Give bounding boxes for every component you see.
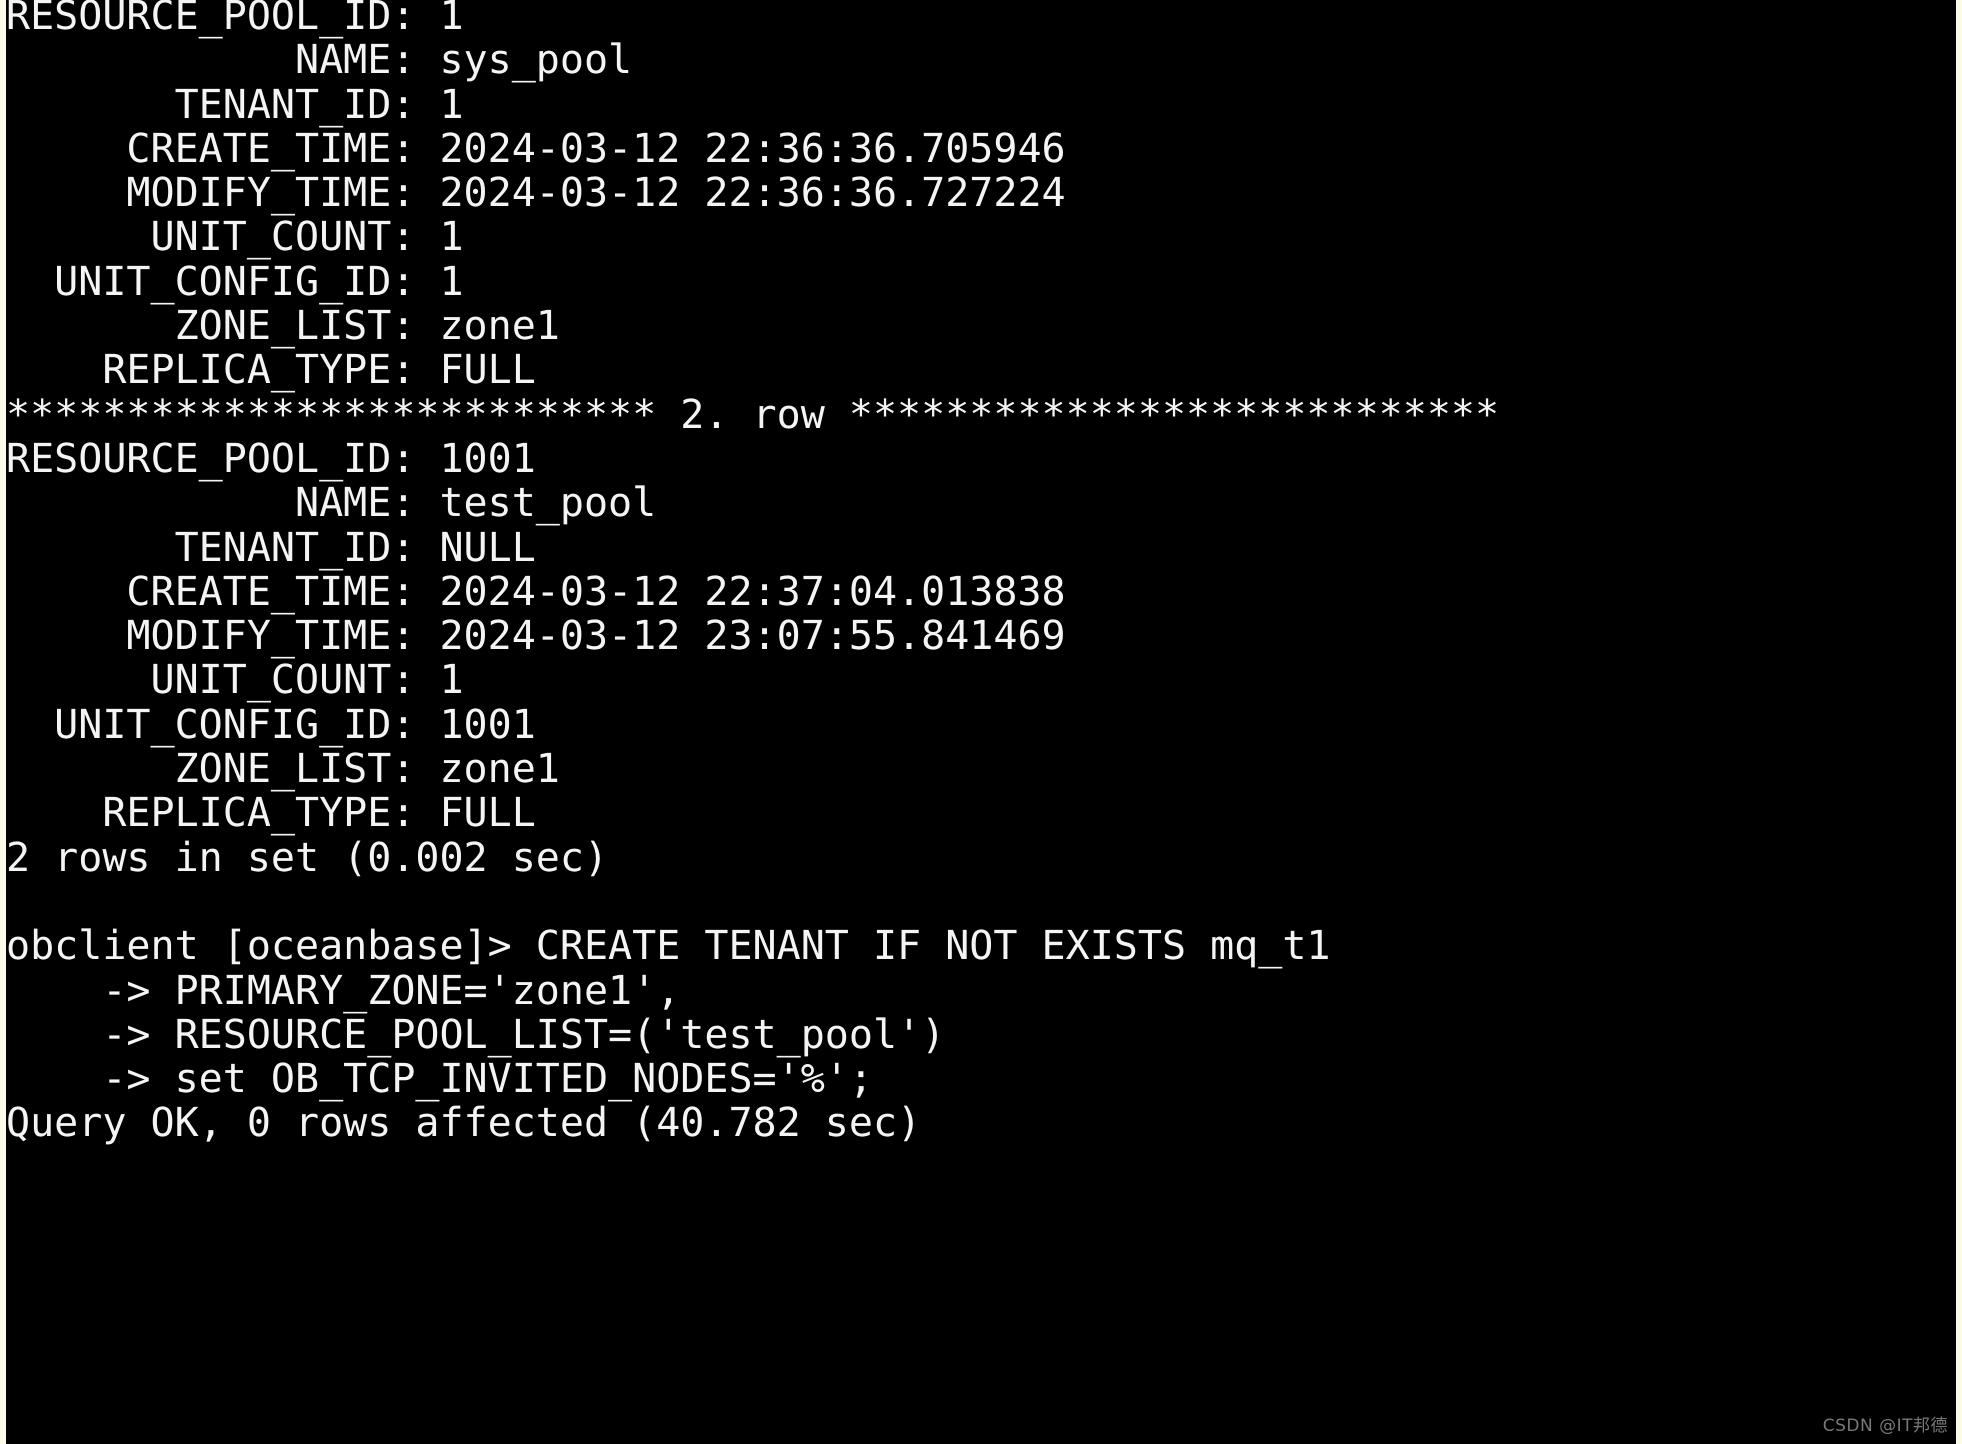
terminal-line: REPLICA_TYPE: FULL: [6, 790, 536, 837]
terminal-line: NAME: test_pool: [6, 480, 657, 527]
terminal-line: MODIFY_TIME: 2024-03-12 23:07:55.841469: [6, 613, 1066, 660]
terminal-line: TENANT_ID: NULL: [6, 524, 536, 571]
terminal-line: ZONE_LIST: zone1: [6, 303, 560, 350]
terminal-window[interactable]: RESOURCE_POOL_ID: 1 NAME: sys_pool TENAN…: [6, 0, 1956, 1444]
terminal-line: -> RESOURCE_POOL_LIST=('test_pool'): [6, 1011, 946, 1058]
terminal-line: CREATE_TIME: 2024-03-12 22:37:04.013838: [6, 568, 1066, 615]
terminal-line: UNIT_COUNT: 1: [6, 657, 464, 704]
terminal-line: *************************** 2. row *****…: [6, 391, 1500, 438]
terminal-line: UNIT_CONFIG_ID: 1: [6, 258, 464, 305]
terminal-line: -> PRIMARY_ZONE='zone1',: [6, 967, 681, 1014]
csdn-watermark: CSDN @IT邦德: [1822, 1416, 1948, 1436]
terminal-line: TENANT_ID: 1: [6, 81, 464, 128]
terminal-line: MODIFY_TIME: 2024-03-12 22:36:36.727224: [6, 170, 1066, 217]
terminal-line: UNIT_CONFIG_ID: 1001: [6, 701, 536, 748]
terminal-line: UNIT_COUNT: 1: [6, 214, 464, 261]
terminal-screen[interactable]: RESOURCE_POOL_ID: 1 NAME: sys_pool TENAN…: [6, 0, 1956, 1146]
terminal-line: 2 rows in set (0.002 sec): [6, 834, 609, 881]
terminal-line: obclient [oceanbase]> CREATE TENANT IF N…: [6, 923, 1331, 970]
terminal-line: ZONE_LIST: zone1: [6, 746, 560, 793]
terminal-line: RESOURCE_POOL_ID: 1: [6, 0, 464, 39]
terminal-line: REPLICA_TYPE: FULL: [6, 347, 536, 394]
terminal-line: -> set OB_TCP_INVITED_NODES='%';: [6, 1056, 873, 1103]
page-root: RESOURCE_POOL_ID: 1 NAME: sys_pool TENAN…: [0, 0, 1962, 1444]
terminal-line: CREATE_TIME: 2024-03-12 22:36:36.705946: [6, 125, 1066, 172]
terminal-line: NAME: sys_pool: [6, 37, 633, 84]
terminal-line: RESOURCE_POOL_ID: 1001: [6, 435, 536, 482]
terminal-line: Query OK, 0 rows affected (40.782 sec): [6, 1100, 922, 1147]
